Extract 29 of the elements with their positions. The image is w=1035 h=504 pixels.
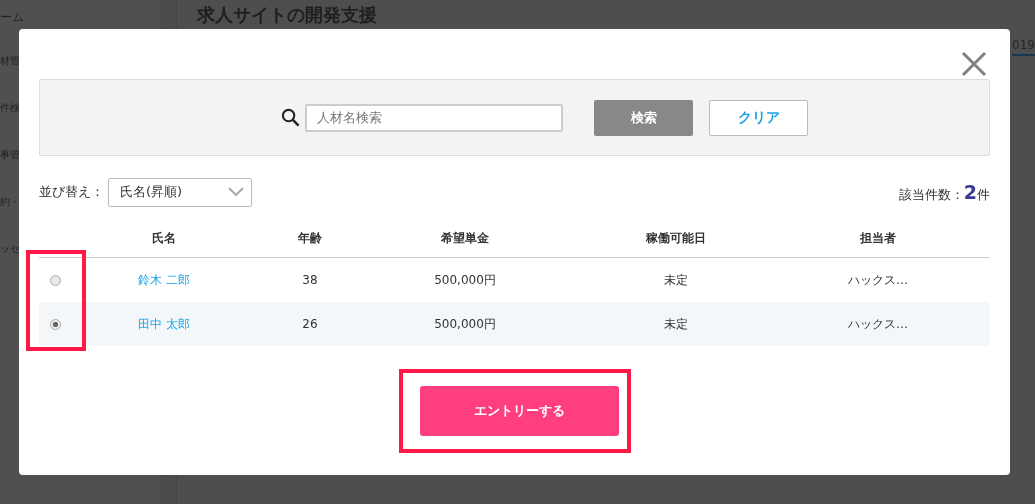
table-cell: 500,000円 (434, 315, 496, 333)
close-icon[interactable] (961, 51, 987, 77)
table-cell: 38 (302, 273, 318, 287)
name-link[interactable]: 鈴木 二郎 (138, 271, 190, 289)
table-cell: 500,000円 (434, 271, 496, 289)
search-button[interactable]: 検索 (594, 99, 693, 136)
column-header: 希望単金 (440, 230, 490, 247)
column-header: 年齢 (297, 230, 323, 247)
sort-dropdown[interactable]: 氏名(昇順) (108, 177, 252, 207)
radio-button[interactable] (49, 318, 61, 330)
chevron-icon (228, 187, 244, 197)
table-cell: 26 (302, 317, 318, 331)
radio-button[interactable] (49, 274, 61, 286)
table-cell: ハックス… (848, 271, 908, 289)
result-count: 2 (963, 180, 977, 203)
entry-button[interactable]: エントリーする (420, 386, 619, 436)
column-header: 担当者 (859, 230, 897, 247)
count-label: 該当件数： (898, 185, 964, 204)
search-field[interactable]: 人材名検索 (305, 103, 563, 132)
count-unit: 件 (977, 186, 990, 204)
table-cell: ハックス… (848, 315, 908, 333)
clear-button[interactable]: クリア (709, 99, 808, 136)
name-link[interactable]: 田中 太郎 (138, 315, 190, 333)
column-header: 氏名 (151, 230, 177, 247)
table-cell: 未定 (664, 271, 688, 289)
sort-label: 並び替え： (39, 183, 104, 201)
table-cell: 未定 (664, 315, 688, 333)
search-icon (281, 108, 300, 127)
column-header: 稼働可能日 (645, 230, 707, 247)
